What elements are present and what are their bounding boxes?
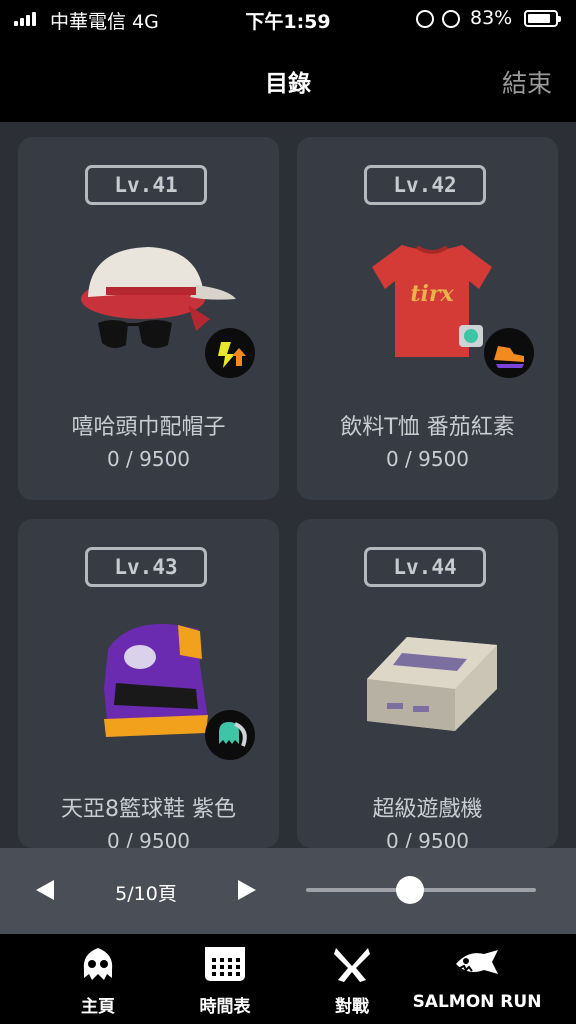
item-name: 超級遊戲機 <box>372 797 483 822</box>
svg-text:tirx: tirx <box>410 281 454 307</box>
ability-ghost-icon <box>205 710 255 760</box>
tab-salmon-run[interactable]: SALMON RUN <box>412 934 542 1024</box>
ability-shoe-icon <box>484 328 534 378</box>
item-progress: 0 / 9500 <box>106 447 191 471</box>
rotation-lock-icon <box>416 10 434 28</box>
item-progress: 0 / 9500 <box>385 447 470 471</box>
tab-battle[interactable]: 對戰 <box>312 934 392 1024</box>
item-name: 天亞8籃球鞋 紫色 <box>61 797 236 822</box>
page-title: 目錄 <box>265 71 311 97</box>
catalog-item-card[interactable]: Lv.41 嘻哈頭巾配帽子 0 / 9500 <box>18 137 279 500</box>
battery-icon <box>524 10 561 27</box>
next-page-icon[interactable] <box>238 880 256 900</box>
tab-schedule[interactable]: 時間表 <box>180 934 270 1024</box>
page-indicator: 5/10頁 <box>115 883 177 905</box>
page-slider-thumb[interactable] <box>396 876 424 904</box>
item-progress: 0 / 9500 <box>385 829 470 848</box>
tab-label: SALMON RUN <box>412 992 542 1012</box>
battery-percent: 83% <box>470 7 513 29</box>
salmon-icon <box>456 950 498 974</box>
status-bar: 中華電信 4G 下午1:59 83% <box>0 0 576 38</box>
nav-bar: 目錄 結束 <box>0 38 576 122</box>
level-badge: Lv.41 <box>85 165 207 205</box>
level-badge: Lv.43 <box>85 547 207 587</box>
tab-bar: 主頁 時間表 對戰 SALMON RUN <box>0 934 576 1024</box>
squid-icon <box>83 948 113 980</box>
tab-home[interactable]: 主頁 <box>58 934 138 1024</box>
previous-page-icon[interactable] <box>36 880 54 900</box>
item-progress: 0 / 9500 <box>106 829 191 848</box>
item-name: 飲料T恤 番茄紅素 <box>340 415 515 440</box>
catalog-item-card[interactable]: Lv.44 超級遊戲機 0 / 9500 <box>297 519 558 848</box>
level-badge: Lv.42 <box>364 165 486 205</box>
game-console-image <box>367 637 497 731</box>
tab-label: 對戰 <box>335 997 369 1017</box>
item-name: 嘻哈頭巾配帽子 <box>71 415 226 440</box>
calendar-icon <box>205 947 245 981</box>
catalog-item-card[interactable]: Lv.42 tirx 飲料T恤 番茄紅素 0 / 9500 <box>297 137 558 500</box>
crossed-weapons-icon <box>334 948 370 982</box>
tab-label: 時間表 <box>199 997 251 1017</box>
tab-label: 主頁 <box>81 997 115 1017</box>
alarm-icon <box>442 10 460 28</box>
done-button[interactable]: 結束 <box>502 64 552 100</box>
ability-speed-up-icon <box>205 328 255 378</box>
catalog-item-card[interactable]: Lv.43 天亞8籃球鞋 紫色 0 / 9500 <box>18 519 279 848</box>
level-badge: Lv.44 <box>364 547 486 587</box>
